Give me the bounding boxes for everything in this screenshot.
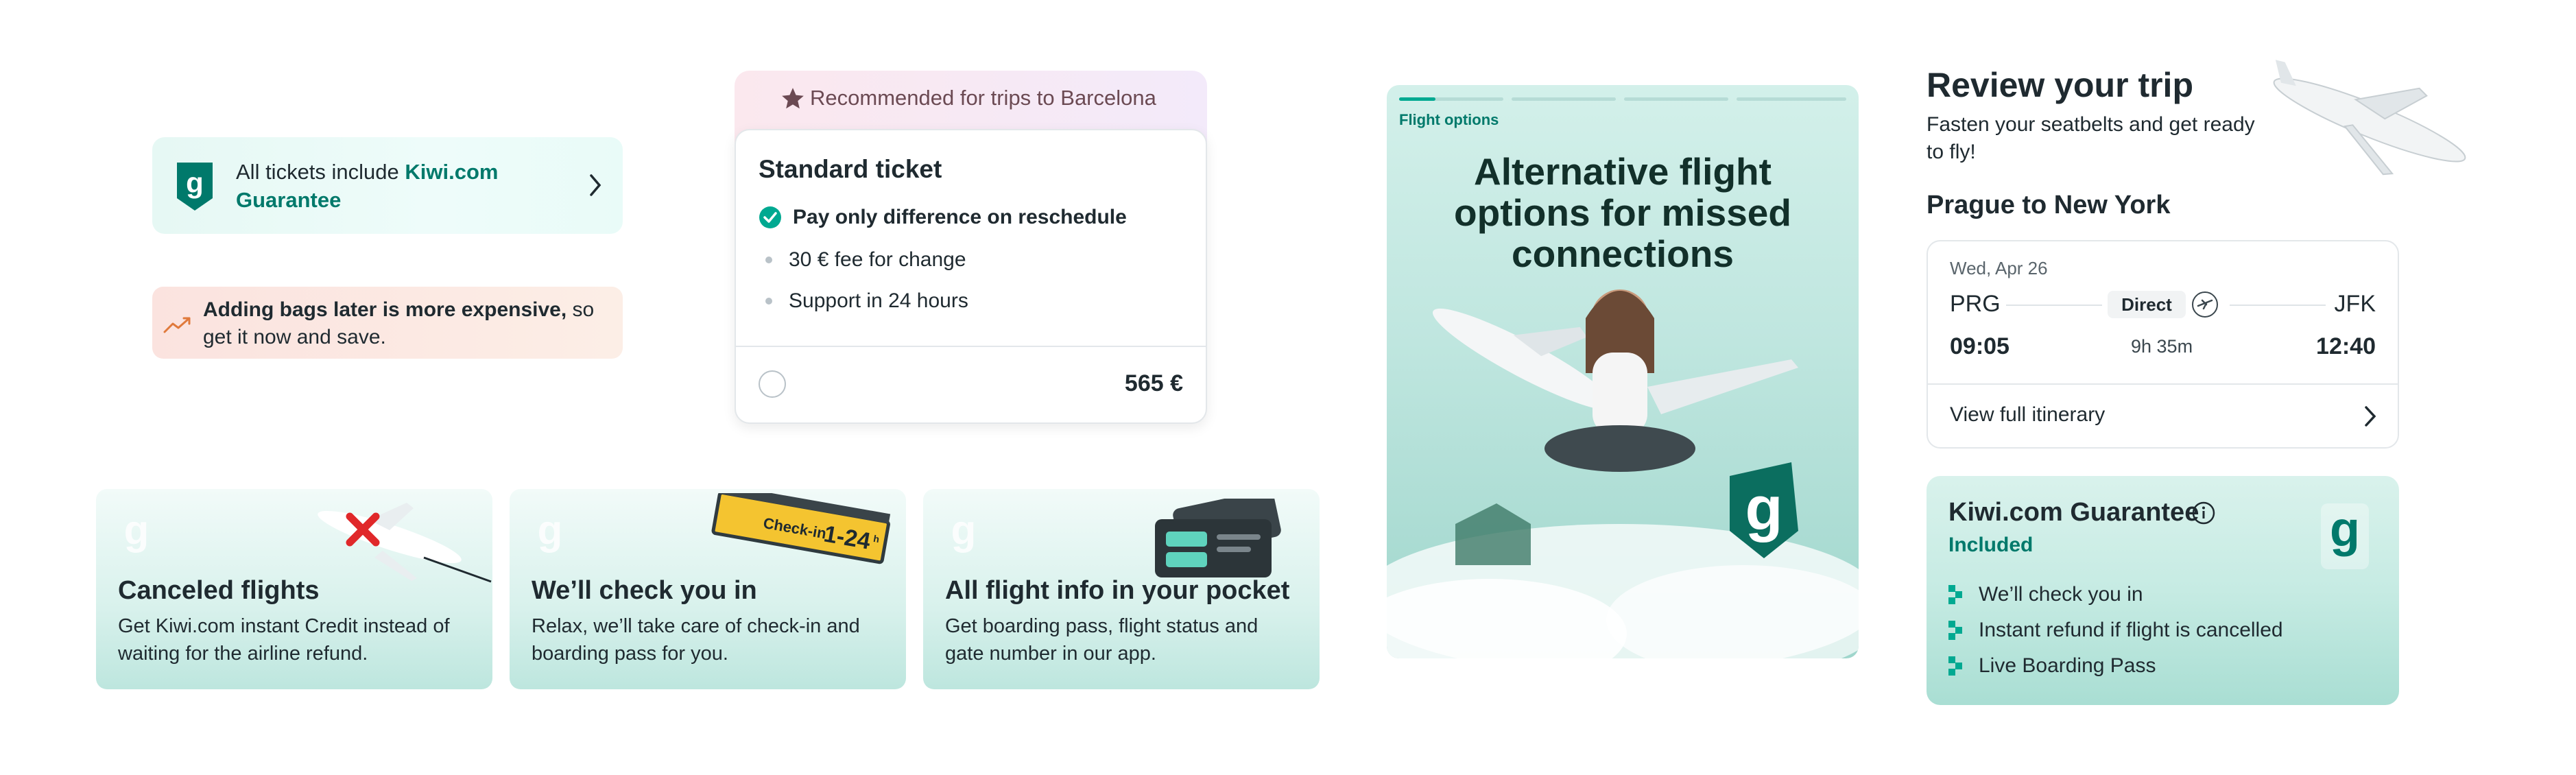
guarantee-item-label: Live Boarding Pass — [1979, 654, 2156, 677]
promo-tag: Flight options — [1399, 111, 1499, 128]
bags-warning-bold: Adding bags later is more expensive, — [203, 298, 567, 321]
progress-segment-fill — [1399, 97, 1435, 101]
progress-segment — [1624, 97, 1728, 101]
bullet-icon — [1948, 621, 1962, 640]
svg-text:g: g — [1745, 475, 1783, 543]
origin-code: PRG — [1950, 291, 2001, 317]
feature-card-title: We’ll check you in — [532, 576, 757, 605]
feature-card-desc: Get boarding pass, flight status and gat… — [945, 615, 1259, 665]
feature-card-desc: Get Kiwi.com instant Credit instead of w… — [118, 615, 450, 665]
flight-duration: 9h 35m — [2131, 336, 2193, 357]
kiwi-g-watermark-icon: g — [946, 512, 981, 558]
feature-card-desc: Relax, we’ll take care of check-in and b… — [532, 615, 860, 665]
kiwi-guarantee-icon: g — [174, 158, 215, 213]
check-in-sign-icon: Check-in 1-24 h — [700, 493, 899, 575]
svg-text:g: g — [186, 167, 204, 199]
kiwi-guarantee-card: Kiwi.com Guarantee Included g We’ll chec… — [1927, 476, 2399, 705]
guarantee-item: Instant refund if flight is cancelled — [1948, 619, 2283, 642]
ticket-feature: Support in 24 hours — [759, 289, 968, 313]
svg-text:g: g — [538, 512, 563, 553]
bullet-icon — [1948, 585, 1962, 604]
trending-up-icon — [163, 314, 193, 335]
guarantee-banner-label: All tickets include — [236, 159, 405, 184]
route-line — [2006, 305, 2102, 306]
ticket-price: 565 € — [1124, 370, 1183, 396]
guarantee-banner[interactable]: g All tickets include Kiwi.com Guarantee — [152, 137, 623, 234]
feature-card-title: Canceled flights — [118, 576, 320, 605]
divider — [1928, 383, 2398, 385]
divider — [736, 346, 1206, 347]
guarantee-item: Live Boarding Pass — [1948, 654, 2156, 678]
destination-code: JFK — [2334, 291, 2376, 317]
check-circle-icon — [759, 206, 782, 229]
bags-warning-text: Adding bags later is more expensive, so … — [203, 296, 606, 351]
airline-logo-icon — [2191, 291, 2219, 318]
route-title: Prague to New York — [1927, 191, 2171, 219]
ticket-feature-label: Pay only difference on reschedule — [793, 206, 1127, 228]
review-title: Review your trip — [1927, 66, 2193, 104]
ticket-feature-label: Support in 24 hours — [789, 289, 968, 312]
guarantee-item-label: We’ll check you in — [1979, 583, 2143, 606]
feature-card-pocket: g All flight info in your pocket Get boa… — [923, 489, 1320, 689]
airplane-illustration — [2246, 58, 2493, 182]
guarantee-title: Kiwi.com Guarantee — [1948, 498, 2199, 527]
review-subtitle: Fasten your seatbelts and get ready to f… — [1927, 113, 2255, 163]
bullet-icon — [765, 257, 772, 263]
progress-segment — [1737, 97, 1846, 101]
flight-date: Wed, Apr 26 — [1950, 258, 2048, 278]
direct-badge: Direct — [2108, 291, 2186, 318]
guarantee-banner-text: All tickets include Kiwi.com Guarantee — [236, 158, 524, 214]
svg-text:g: g — [951, 512, 977, 553]
svg-text:g: g — [124, 512, 150, 553]
star-icon — [780, 86, 806, 112]
promo-headline: Alternative flight options for missed co… — [1454, 150, 1791, 275]
svg-text:g: g — [2330, 503, 2360, 557]
flight-summary-card: Wed, Apr 26 PRG Direct JFK 09:05 9h 35m … — [1927, 240, 2399, 449]
recommended-label: Recommended for trips to Barcelona — [810, 86, 1156, 110]
chevron-right-icon[interactable] — [588, 173, 602, 198]
guarantee-status: Included — [1948, 534, 2034, 556]
route-line — [2230, 305, 2326, 306]
feature-card-title: All flight info in your pocket — [945, 576, 1290, 605]
feature-card-canceled: g Canceled flights Get Kiwi.com instant … — [96, 489, 492, 689]
view-itinerary-link[interactable]: View full itinerary — [1950, 403, 2105, 427]
feature-card-check-in: g Check-in 1-24 h We’ll check you in Rel… — [510, 489, 906, 689]
promo-illustration: g — [1387, 277, 1859, 658]
info-icon[interactable] — [2191, 501, 2216, 525]
departure-time: 09:05 — [1950, 333, 2009, 359]
flight-options-promo: Flight options Alternative flight option… — [1387, 85, 1859, 658]
ticket-feature: Pay only difference on reschedule — [759, 206, 1127, 229]
kiwi-g-watermark-icon: g — [119, 512, 154, 558]
kiwi-g-logo-icon: g — [2321, 503, 2369, 569]
chevron-right-icon[interactable] — [2363, 405, 2377, 428]
ticket-select-radio[interactable] — [759, 370, 786, 398]
bags-warning-banner: Adding bags later is more expensive, so … — [152, 287, 623, 359]
ticket-feature-label: 30 € fee for change — [789, 248, 966, 271]
guarantee-item: We’ll check you in — [1948, 583, 2143, 606]
boarding-pass-icon — [1148, 499, 1285, 581]
arrival-time: 12:40 — [2316, 333, 2376, 359]
standard-ticket-card[interactable]: Standard ticket Pay only difference on r… — [735, 129, 1207, 424]
progress-segment — [1512, 97, 1616, 101]
bullet-icon — [1948, 656, 1962, 676]
kiwi-g-watermark-icon: g — [533, 512, 567, 558]
ticket-title: Standard ticket — [759, 155, 942, 183]
guarantee-item-label: Instant refund if flight is cancelled — [1979, 619, 2283, 641]
ticket-feature: 30 € fee for change — [759, 248, 966, 272]
bullet-icon — [765, 298, 772, 305]
